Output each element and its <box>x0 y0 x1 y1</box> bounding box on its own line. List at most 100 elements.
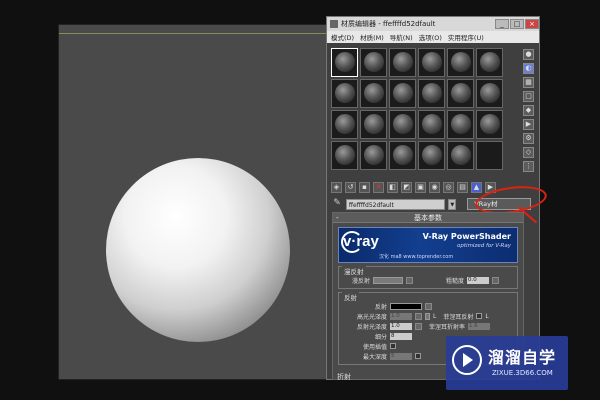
sample-sphere <box>451 145 471 165</box>
sample-slot[interactable] <box>331 141 358 170</box>
roughness-spinner[interactable]: 0.0 <box>467 276 490 284</box>
sample-slot[interactable] <box>389 48 416 77</box>
show-map-icon[interactable]: ◎ <box>443 181 454 193</box>
max-depth-checkbox[interactable] <box>415 353 421 359</box>
vray-logo-text: v·ray <box>343 233 379 250</box>
select-by-material-icon[interactable]: ◇ <box>523 147 534 158</box>
menu-mode[interactable]: 模式(D) <box>331 32 354 42</box>
sample-slot[interactable] <box>418 48 445 77</box>
sample-slot[interactable] <box>331 48 358 77</box>
menu-options[interactable]: 选项(O) <box>419 32 442 42</box>
menu-material[interactable]: 材质(M) <box>360 32 384 42</box>
sample-slot[interactable] <box>331 79 358 108</box>
diffuse-map-button[interactable] <box>406 276 413 284</box>
reflect-map-button[interactable] <box>425 302 432 310</box>
vray-banner: v·ray V-Ray PowerShader optimized for V-… <box>338 227 518 263</box>
maximize-button[interactable]: □ <box>510 19 524 29</box>
sample-sphere <box>364 145 384 165</box>
sample-slot[interactable] <box>447 110 474 139</box>
sample-sphere <box>451 52 471 72</box>
make-unique-icon[interactable]: ◩ <box>401 181 412 193</box>
sample-slot[interactable] <box>389 79 416 108</box>
fresnel-checkbox[interactable] <box>476 313 483 319</box>
sample-slot[interactable] <box>418 141 445 170</box>
sample-slot[interactable] <box>389 141 416 170</box>
title-bar[interactable]: 材质编辑器 - ffeffffd52dfault _ □ × <box>327 17 539 31</box>
get-material-icon[interactable]: ◈ <box>331 181 342 193</box>
sample-slot[interactable] <box>418 110 445 139</box>
diffuse-label: 漫反射 <box>351 277 370 285</box>
sample-sphere <box>393 52 413 72</box>
sample-sphere <box>422 145 442 165</box>
sample-slot[interactable] <box>331 110 358 139</box>
sample-slot[interactable] <box>360 141 387 170</box>
sample-sphere <box>364 52 384 72</box>
uv-tiling-icon[interactable]: □ <box>523 91 534 102</box>
reset-icon[interactable]: ✕ <box>373 181 384 193</box>
hilight-gloss-spinner[interactable]: 1.0 <box>390 312 412 320</box>
material-name-dropdown[interactable]: ▼ <box>448 198 457 210</box>
sample-slot[interactable] <box>476 48 503 77</box>
material-id-icon[interactable]: ◉ <box>429 181 440 193</box>
sample-sphere <box>451 114 471 134</box>
rollout-header[interactable]: - 基本参数 <box>333 213 523 223</box>
material-map-navigator-icon[interactable]: ⋮ <box>523 161 534 172</box>
put-to-scene-icon[interactable]: ↺ <box>345 181 356 193</box>
hilight-lock-label: L <box>433 312 437 320</box>
backlight-icon[interactable]: ◐ <box>523 63 534 74</box>
banner-product-title: V-Ray PowerShader <box>422 232 511 241</box>
subdivs-spinner[interactable]: 8 <box>390 332 412 340</box>
sample-sphere <box>451 83 471 103</box>
put-to-library-icon[interactable]: ▣ <box>415 181 426 193</box>
sample-slot[interactable] <box>476 79 503 108</box>
close-button[interactable]: × <box>525 19 539 29</box>
sample-slot[interactable] <box>360 110 387 139</box>
hilight-gloss-map-button[interactable] <box>415 312 422 320</box>
video-check-icon[interactable]: ◆ <box>523 105 534 116</box>
sample-slot[interactable] <box>447 79 474 108</box>
copy-material-icon[interactable]: ◧ <box>387 181 398 193</box>
sample-slot[interactable] <box>418 79 445 108</box>
sample-slot[interactable] <box>447 48 474 77</box>
refl-gloss-label: 反射光泽度 <box>356 323 387 331</box>
viewport-sphere[interactable] <box>106 158 290 342</box>
refl-gloss-map-button[interactable] <box>415 322 422 330</box>
make-preview-icon[interactable]: ▶ <box>523 119 534 130</box>
reflect-color-swatch[interactable] <box>390 302 422 310</box>
go-to-parent-icon[interactable]: ▲ <box>471 181 482 193</box>
show-end-result-icon[interactable]: ▤ <box>457 181 468 193</box>
roughness-map-button[interactable] <box>492 276 500 284</box>
sample-slot[interactable] <box>389 110 416 139</box>
sample-slots-grid <box>331 48 505 174</box>
fresnel-ior-spinner[interactable]: 1.6 <box>468 322 491 330</box>
sample-sphere <box>393 114 413 134</box>
minimize-button[interactable]: _ <box>495 19 509 29</box>
diffuse-color-swatch[interactable] <box>373 276 403 284</box>
rollout-title: 基本参数 <box>414 214 442 222</box>
sample-slot[interactable] <box>360 79 387 108</box>
max-depth-spinner[interactable]: 5 <box>390 352 412 360</box>
use-interp-checkbox[interactable] <box>390 343 396 349</box>
assign-to-selection-icon[interactable]: ▪ <box>359 181 370 193</box>
roughness-label: 粗糙度 <box>446 277 465 285</box>
eyedropper-icon[interactable]: ✎ <box>331 198 343 210</box>
diffuse-group-label: 漫反射 <box>342 266 366 276</box>
sample-slot[interactable] <box>476 141 503 170</box>
hilight-lock-button[interactable] <box>425 312 430 320</box>
options-icon[interactable]: ⚙ <box>523 133 534 144</box>
viewport-border-line <box>59 33 327 34</box>
material-toolbar: ◈ ↺ ▪ ✕ ◧ ◩ ▣ ◉ ◎ ▤ ▲ ▶ <box>331 181 496 193</box>
refl-gloss-spinner[interactable]: 1.0 <box>390 322 412 330</box>
collapse-icon[interactable]: - <box>336 213 339 223</box>
banner-tagline: optimized for V-Ray <box>457 243 511 249</box>
sample-sphere <box>364 114 384 134</box>
sample-sphere <box>480 52 500 72</box>
sample-slot[interactable] <box>447 141 474 170</box>
sample-slot[interactable] <box>476 110 503 139</box>
background-icon[interactable]: ▦ <box>523 77 534 88</box>
sample-type-icon[interactable]: ● <box>523 49 534 60</box>
material-name-field[interactable]: ffeffffd52dfault <box>345 198 446 210</box>
sample-slot[interactable] <box>360 48 387 77</box>
menu-utilities[interactable]: 实用程序(U) <box>448 32 484 42</box>
menu-navigation[interactable]: 导航(N) <box>390 32 413 42</box>
